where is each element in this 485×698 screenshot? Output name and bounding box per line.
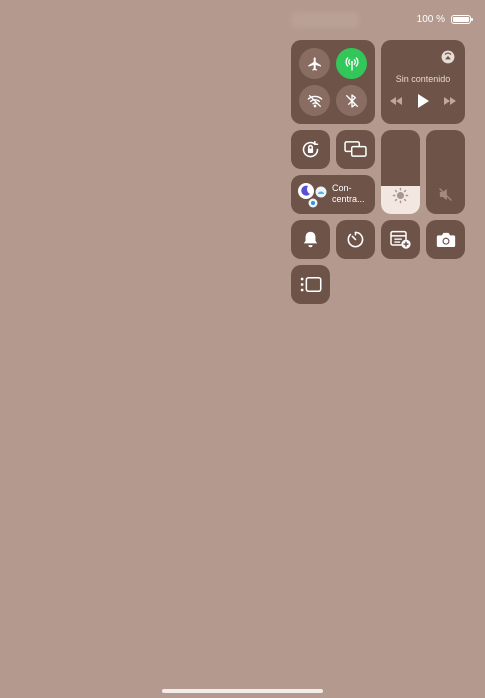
home-indicator[interactable] — [162, 689, 323, 693]
play-icon[interactable] — [417, 94, 429, 108]
timer-icon — [346, 230, 365, 249]
camera-button[interactable] — [426, 220, 465, 259]
notes-add-icon — [390, 230, 412, 250]
media-controls — [381, 94, 465, 108]
bluetooth-button[interactable] — [336, 85, 367, 116]
timer-button[interactable] — [336, 220, 375, 259]
quick-note-button[interactable] — [381, 220, 420, 259]
wifi-button[interactable] — [299, 85, 330, 116]
airplane-mode-button[interactable] — [299, 48, 330, 79]
battery-icon — [451, 15, 473, 24]
screen-mirroring-icon — [344, 140, 367, 159]
focus-moon-icon — [297, 182, 329, 208]
bluetooth-off-icon — [344, 93, 360, 109]
screen-mirroring-button[interactable] — [336, 130, 375, 169]
sun-icon — [392, 187, 409, 204]
fast-forward-icon[interactable] — [443, 96, 457, 106]
airplay-icon[interactable] — [441, 50, 455, 64]
battery-percentage: 100 % — [416, 14, 445, 25]
connectivity-module — [291, 40, 375, 124]
focus-button[interactable]: Con- centra... — [291, 175, 375, 214]
silent-mode-button[interactable] — [291, 220, 330, 259]
focus-label-line1: Con- — [332, 183, 352, 193]
rotation-lock-button[interactable] — [291, 130, 330, 169]
stage-manager-button[interactable] — [291, 265, 330, 304]
volume-slider[interactable] — [426, 130, 465, 214]
brightness-slider[interactable] — [381, 130, 420, 214]
cellular-icon — [344, 56, 360, 72]
camera-icon — [436, 231, 456, 248]
cellular-data-button[interactable] — [336, 48, 367, 79]
focus-label: Con- centra... — [332, 183, 365, 205]
bell-icon — [302, 230, 319, 249]
mute-icon — [438, 187, 453, 202]
focus-label-line2: centra... — [332, 194, 365, 204]
now-playing-module[interactable]: Sin contenido — [381, 40, 465, 124]
rewind-icon[interactable] — [389, 96, 403, 106]
status-bar: 100 % — [416, 14, 473, 25]
airplane-icon — [307, 56, 323, 72]
stage-manager-icon — [300, 276, 322, 293]
media-title: Sin contenido — [395, 74, 451, 84]
blurred-clock — [290, 12, 360, 28]
wifi-off-icon — [307, 93, 323, 109]
rotation-lock-icon — [300, 139, 321, 160]
